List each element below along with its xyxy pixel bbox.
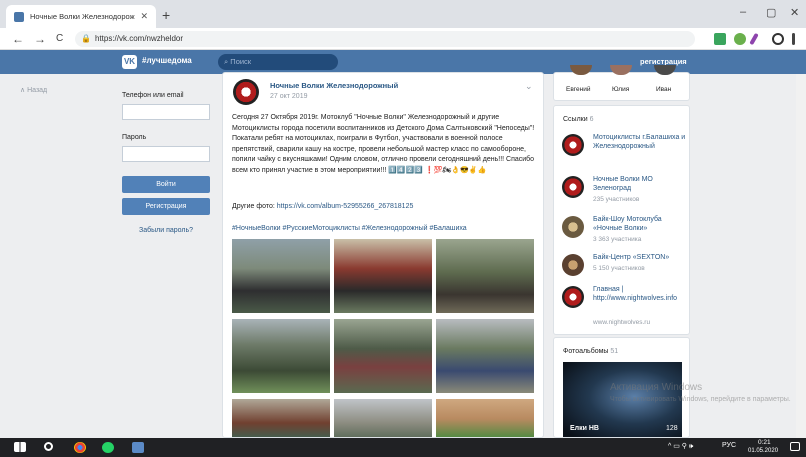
other-photos-label: Другие фото: xyxy=(232,203,277,210)
vk-header: VK #лучшедома ⌕ Поиск регистрация xyxy=(0,50,806,74)
language-indicator[interactable]: РУС xyxy=(722,442,736,449)
login-form: Телефон или email Пароль Войти Регистрац… xyxy=(122,92,214,234)
clock-date[interactable]: 01.05.2020 xyxy=(748,448,778,454)
member-avatar xyxy=(610,65,632,75)
link-avatar xyxy=(562,134,584,156)
post-photo[interactable] xyxy=(436,399,534,437)
link-sub: 5 150 участников xyxy=(593,265,645,272)
forgot-password-link[interactable]: Забыли пароль? xyxy=(122,227,210,234)
other-photos: Другие фото: https://vk.com/album-529552… xyxy=(232,203,413,210)
extension-icon[interactable] xyxy=(714,33,726,45)
post-photo[interactable] xyxy=(334,239,432,313)
extension-pen-icon[interactable] xyxy=(749,32,759,46)
member-name: Евгений xyxy=(566,86,591,93)
extension-icon-2[interactable] xyxy=(734,33,746,45)
post-date[interactable]: 27 окт 2019 xyxy=(270,93,308,100)
windows-activation-watermark: Активация Windows xyxy=(610,382,703,393)
other-photos-link[interactable]: https://vk.com/album-52955266_267818125 xyxy=(277,203,414,210)
windows-taskbar: ^ ▭ ⚲ 🕪 РУС 0:21 01.05.2020 xyxy=(0,438,806,457)
member-name: Иван xyxy=(656,86,672,93)
clock-time[interactable]: 0:21 xyxy=(758,439,771,446)
vk-favicon-icon xyxy=(14,11,24,22)
windows-start-icon[interactable] xyxy=(14,442,26,452)
chevron-down-icon[interactable]: ⌄ xyxy=(525,81,533,92)
url-text: https://vk.com/nwzheldor xyxy=(94,34,184,43)
notifications-icon[interactable] xyxy=(790,442,800,451)
post-photo[interactable] xyxy=(436,239,534,313)
forward-button[interactable]: → xyxy=(34,32,46,46)
new-tab-button[interactable]: + xyxy=(162,7,170,23)
post-photo[interactable] xyxy=(436,319,534,393)
browser-tab-strip: Ночные Волки Железнодорож ✕ + – ▢ ✕ xyxy=(0,0,806,28)
login-button[interactable]: Войти xyxy=(122,176,210,193)
post-hashtags[interactable]: #НочныеВолки #РусскиеМотоциклисты #Желез… xyxy=(232,225,467,232)
post-photo[interactable] xyxy=(334,319,432,393)
tab-title: Ночные Волки Железнодорож xyxy=(30,12,135,21)
post-photo[interactable] xyxy=(232,319,330,393)
links-count: 6 xyxy=(589,116,594,123)
post-photo[interactable] xyxy=(232,239,330,313)
member-name: Юлия xyxy=(612,86,630,93)
tray-icons[interactable]: ^ ▭ ⚲ 🕪 xyxy=(668,442,693,451)
password-input[interactable] xyxy=(122,146,210,162)
windows-activation-hint: Чтобы активировать Windows, перейдите в … xyxy=(610,396,791,403)
back-button[interactable]: ← xyxy=(12,32,24,46)
address-bar-row: ← → C 🔒 https://vk.com/nwzheldor xyxy=(0,28,806,50)
links-block: Ссылки 6 Мотоциклисты г.Балашиха и Желез… xyxy=(553,105,690,335)
album-name: Елки НВ xyxy=(570,425,599,432)
link-name: Ночные Волки МО Зеленоград xyxy=(593,176,653,192)
post-author[interactable]: Ночные Волки Железнодорожный xyxy=(270,81,398,90)
link-avatar xyxy=(562,176,584,198)
search-input[interactable]: ⌕ Поиск xyxy=(218,54,338,70)
page-scrollbar[interactable] xyxy=(796,74,806,438)
member-avatar xyxy=(570,65,592,75)
maximize-button[interactable]: ▢ xyxy=(766,6,776,19)
lock-icon: 🔒 xyxy=(81,34,91,43)
menu-icon[interactable] xyxy=(792,33,795,45)
link-sub: www.nightwolves.ru xyxy=(593,319,651,326)
vk-brand[interactable]: #лучшедома xyxy=(142,56,192,65)
link-name: Главная | http://www.nightwolves.info xyxy=(593,286,678,302)
albums-count: 51 xyxy=(610,348,619,355)
vk-logo-icon[interactable]: VK xyxy=(122,55,137,69)
link-name: Мотоциклисты г.Балашиха и Железнодорожны… xyxy=(593,134,686,150)
post-text: Сегодня 27 Октября 2019г. Мотоклуб "Ночн… xyxy=(232,114,535,174)
url-field[interactable]: 🔒 https://vk.com/nwzheldor xyxy=(75,31,695,47)
close-window-button[interactable]: ✕ xyxy=(790,6,799,19)
link-avatar xyxy=(562,216,584,238)
links-title: Ссылки 6 xyxy=(563,116,594,123)
wall-post: Ночные Волки Железнодорожный 27 окт 2019… xyxy=(222,72,544,438)
app-icon[interactable] xyxy=(132,442,144,453)
whatsapp-icon[interactable] xyxy=(102,442,114,453)
minimize-button[interactable]: – xyxy=(740,6,746,18)
member-avatar xyxy=(654,65,676,75)
albums-title: Фотоальбомы 51 xyxy=(563,348,618,355)
tab-close-icon[interactable]: ✕ xyxy=(140,11,148,22)
link-avatar xyxy=(562,254,584,276)
reload-button[interactable]: C xyxy=(56,33,63,44)
album-photo-count: 128 xyxy=(666,425,678,432)
links-title-text: Ссылки xyxy=(563,116,588,123)
author-avatar[interactable] xyxy=(233,79,259,105)
link-name: Байк-Шоу Мотоклуба «Ночные Волки» xyxy=(593,216,662,232)
link-sub: 235 участников xyxy=(593,196,640,203)
chrome-icon[interactable] xyxy=(74,442,86,453)
browser-tab[interactable]: Ночные Волки Железнодорож ✕ xyxy=(6,5,156,28)
post-photo[interactable] xyxy=(232,399,330,437)
phone-label: Телефон или email xyxy=(122,92,184,99)
search-icon[interactable] xyxy=(44,442,53,451)
search-placeholder: Поиск xyxy=(230,57,252,66)
link-avatar xyxy=(562,286,584,308)
link-name: Байк-Центр «SEXTON» xyxy=(593,254,670,261)
register-button[interactable]: Регистрация xyxy=(122,198,210,215)
post-photo[interactable] xyxy=(334,399,432,437)
albums-title-text: Фотоальбомы xyxy=(563,348,609,355)
link-sub: 3 363 участника xyxy=(593,236,642,243)
phone-input[interactable] xyxy=(122,104,210,120)
profile-icon[interactable] xyxy=(772,33,784,45)
members-block: Евгений Юлия Иван xyxy=(553,65,690,101)
password-label: Пароль xyxy=(122,134,147,141)
back-link[interactable]: ∧ Назад xyxy=(20,86,47,94)
back-link-label: Назад xyxy=(27,87,48,94)
